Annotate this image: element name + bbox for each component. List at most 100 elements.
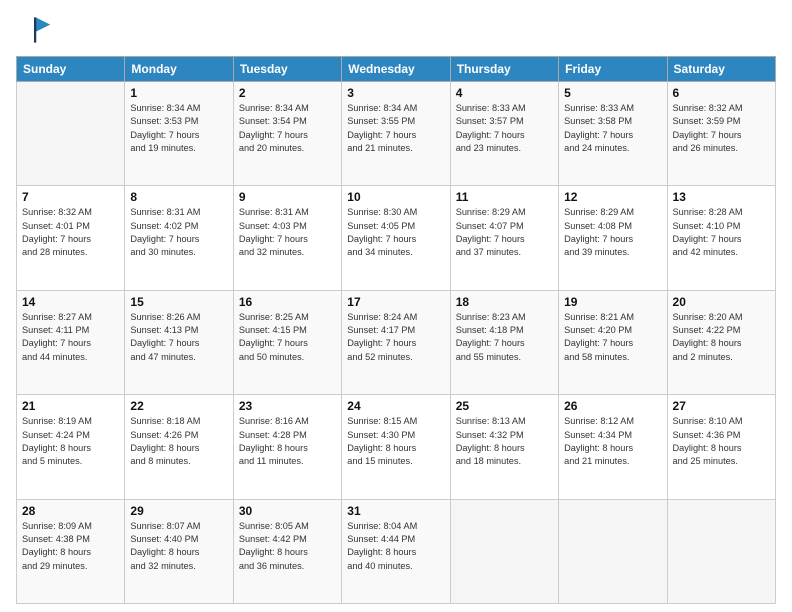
calendar-cell: 14 Sunrise: 8:27 AMSunset: 4:11 PMDayligh…	[17, 290, 125, 394]
calendar-cell: 23Sunrise: 8:16 AMSunset: 4:28 PMDayligh…	[233, 395, 341, 499]
week-row-5: 28 Sunrise: 8:09 AMSunset: 4:38 PMDayligh…	[17, 499, 776, 603]
day-number: 16	[239, 295, 336, 309]
calendar-cell: 5 Sunrise: 8:33 AMSunset: 3:58 PMDaylight…	[559, 82, 667, 186]
day-number: 24	[347, 399, 444, 413]
day-number: 12	[564, 190, 661, 204]
day-number: 27	[673, 399, 770, 413]
day-number: 28	[22, 504, 119, 518]
calendar-cell: 10 Sunrise: 8:30 AMSunset: 4:05 PMDayligh…	[342, 186, 450, 290]
day-info: Sunrise: 8:10 AMSunset: 4:36 PMDaylight:…	[673, 415, 770, 468]
col-header-friday: Friday	[559, 57, 667, 82]
day-info: Sunrise: 8:07 AMSunset: 4:40 PMDaylight:…	[130, 520, 227, 573]
calendar-cell: 20 Sunrise: 8:20 AMSunset: 4:22 PMDayligh…	[667, 290, 775, 394]
day-info: Sunrise: 8:16 AMSunset: 4:28 PMDaylight:…	[239, 415, 336, 468]
day-info: Sunrise: 8:29 AMSunset: 4:08 PMDaylight:…	[564, 206, 661, 259]
day-number: 1	[130, 86, 227, 100]
logo	[16, 12, 56, 48]
day-info: Sunrise: 8:04 AMSunset: 4:44 PMDaylight:…	[347, 520, 444, 573]
calendar-cell: 7 Sunrise: 8:32 AMSunset: 4:01 PMDaylight…	[17, 186, 125, 290]
day-info: Sunrise: 8:23 AMSunset: 4:18 PMDaylight:…	[456, 311, 553, 364]
calendar-cell: 19 Sunrise: 8:21 AMSunset: 4:20 PMDayligh…	[559, 290, 667, 394]
day-info: Sunrise: 8:28 AMSunset: 4:10 PMDaylight:…	[673, 206, 770, 259]
day-number: 7	[22, 190, 119, 204]
calendar-cell: 11 Sunrise: 8:29 AMSunset: 4:07 PMDayligh…	[450, 186, 558, 290]
day-number: 25	[456, 399, 553, 413]
day-info: Sunrise: 8:33 AMSunset: 3:58 PMDaylight:…	[564, 102, 661, 155]
calendar-cell: 24 Sunrise: 8:15 AMSunset: 4:30 PMDayligh…	[342, 395, 450, 499]
calendar-cell: 3 Sunrise: 8:34 AMSunset: 3:55 PMDaylight…	[342, 82, 450, 186]
calendar-cell: 2 Sunrise: 8:34 AMSunset: 3:54 PMDaylight…	[233, 82, 341, 186]
day-number: 22	[130, 399, 227, 413]
day-number: 6	[673, 86, 770, 100]
day-number: 30	[239, 504, 336, 518]
day-number: 13	[673, 190, 770, 204]
col-header-saturday: Saturday	[667, 57, 775, 82]
day-number: 8	[130, 190, 227, 204]
day-number: 21	[22, 399, 119, 413]
col-header-sunday: Sunday	[17, 57, 125, 82]
day-number: 20	[673, 295, 770, 309]
day-info: Sunrise: 8:20 AMSunset: 4:22 PMDaylight:…	[673, 311, 770, 364]
day-info: Sunrise: 8:30 AMSunset: 4:05 PMDaylight:…	[347, 206, 444, 259]
day-number: 18	[456, 295, 553, 309]
calendar-cell: 8Sunrise: 8:31 AMSunset: 4:02 PMDaylight…	[125, 186, 233, 290]
col-header-monday: Monday	[125, 57, 233, 82]
col-header-wednesday: Wednesday	[342, 57, 450, 82]
day-number: 9	[239, 190, 336, 204]
day-info: Sunrise: 8:34 AMSunset: 3:54 PMDaylight:…	[239, 102, 336, 155]
day-number: 19	[564, 295, 661, 309]
calendar-cell: 28 Sunrise: 8:09 AMSunset: 4:38 PMDayligh…	[17, 499, 125, 603]
calendar-cell	[559, 499, 667, 603]
calendar-cell: 16Sunrise: 8:25 AMSunset: 4:15 PMDayligh…	[233, 290, 341, 394]
day-number: 17	[347, 295, 444, 309]
day-info: Sunrise: 8:34 AMSunset: 3:53 PMDaylight:…	[130, 102, 227, 155]
day-number: 11	[456, 190, 553, 204]
day-info: Sunrise: 8:09 AMSunset: 4:38 PMDaylight:…	[22, 520, 119, 573]
calendar-cell: 6 Sunrise: 8:32 AMSunset: 3:59 PMDaylight…	[667, 82, 775, 186]
day-info: Sunrise: 8:26 AMSunset: 4:13 PMDaylight:…	[130, 311, 227, 364]
week-row-4: 21 Sunrise: 8:19 AMSunset: 4:24 PMDayligh…	[17, 395, 776, 499]
calendar-cell: 13 Sunrise: 8:28 AMSunset: 4:10 PMDayligh…	[667, 186, 775, 290]
calendar-cell: 25 Sunrise: 8:13 AMSunset: 4:32 PMDayligh…	[450, 395, 558, 499]
calendar-cell: 29 Sunrise: 8:07 AMSunset: 4:40 PMDayligh…	[125, 499, 233, 603]
logo-icon	[16, 12, 52, 48]
day-number: 10	[347, 190, 444, 204]
calendar-cell: 21 Sunrise: 8:19 AMSunset: 4:24 PMDayligh…	[17, 395, 125, 499]
calendar-cell: 15 Sunrise: 8:26 AMSunset: 4:13 PMDayligh…	[125, 290, 233, 394]
day-info: Sunrise: 8:15 AMSunset: 4:30 PMDaylight:…	[347, 415, 444, 468]
day-info: Sunrise: 8:05 AMSunset: 4:42 PMDaylight:…	[239, 520, 336, 573]
day-number: 5	[564, 86, 661, 100]
calendar-cell: 17 Sunrise: 8:24 AMSunset: 4:17 PMDayligh…	[342, 290, 450, 394]
day-info: Sunrise: 8:19 AMSunset: 4:24 PMDaylight:…	[22, 415, 119, 468]
day-number: 2	[239, 86, 336, 100]
day-info: Sunrise: 8:13 AMSunset: 4:32 PMDaylight:…	[456, 415, 553, 468]
day-info: Sunrise: 8:18 AMSunset: 4:26 PMDaylight:…	[130, 415, 227, 468]
day-number: 15	[130, 295, 227, 309]
calendar-cell: 27 Sunrise: 8:10 AMSunset: 4:36 PMDayligh…	[667, 395, 775, 499]
day-info: Sunrise: 8:29 AMSunset: 4:07 PMDaylight:…	[456, 206, 553, 259]
day-info: Sunrise: 8:34 AMSunset: 3:55 PMDaylight:…	[347, 102, 444, 155]
day-info: Sunrise: 8:32 AMSunset: 3:59 PMDaylight:…	[673, 102, 770, 155]
day-number: 29	[130, 504, 227, 518]
day-info: Sunrise: 8:32 AMSunset: 4:01 PMDaylight:…	[22, 206, 119, 259]
day-number: 14	[22, 295, 119, 309]
day-info: Sunrise: 8:27 AMSunset: 4:11 PMDaylight:…	[22, 311, 119, 364]
day-number: 31	[347, 504, 444, 518]
day-info: Sunrise: 8:24 AMSunset: 4:17 PMDaylight:…	[347, 311, 444, 364]
day-info: Sunrise: 8:12 AMSunset: 4:34 PMDaylight:…	[564, 415, 661, 468]
calendar-cell: 30 Sunrise: 8:05 AMSunset: 4:42 PMDayligh…	[233, 499, 341, 603]
calendar-cell: 18 Sunrise: 8:23 AMSunset: 4:18 PMDayligh…	[450, 290, 558, 394]
day-info: Sunrise: 8:21 AMSunset: 4:20 PMDaylight:…	[564, 311, 661, 364]
day-number: 26	[564, 399, 661, 413]
day-info: Sunrise: 8:31 AMSunset: 4:03 PMDaylight:…	[239, 206, 336, 259]
day-number: 4	[456, 86, 553, 100]
calendar-cell	[17, 82, 125, 186]
calendar-table: SundayMondayTuesdayWednesdayThursdayFrid…	[16, 56, 776, 604]
week-row-2: 7 Sunrise: 8:32 AMSunset: 4:01 PMDaylight…	[17, 186, 776, 290]
calendar-cell: 31 Sunrise: 8:04 AMSunset: 4:44 PMDayligh…	[342, 499, 450, 603]
calendar-cell: 1 Sunrise: 8:34 AMSunset: 3:53 PMDaylight…	[125, 82, 233, 186]
col-header-tuesday: Tuesday	[233, 57, 341, 82]
calendar-cell: 26 Sunrise: 8:12 AMSunset: 4:34 PMDayligh…	[559, 395, 667, 499]
day-number: 3	[347, 86, 444, 100]
calendar-cell: 4Sunrise: 8:33 AMSunset: 3:57 PMDaylight…	[450, 82, 558, 186]
